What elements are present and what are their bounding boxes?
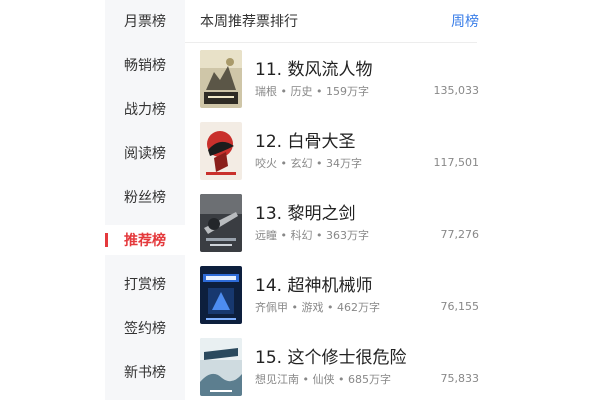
book-item[interactable]: 12. 白骨大圣 咬火 • 玄幻 • 34万字 117,501 [200,122,479,194]
book-meta: 想见江南 • 仙侠 • 685万字 [255,373,391,386]
book-cover[interactable] [200,50,242,108]
book-item[interactable]: 11. 数风流人物 瑞根 • 历史 • 159万字 135,033 [200,50,479,122]
cover-art-zhegexiushi [200,338,242,396]
book-cover[interactable] [200,194,242,252]
vote-count: 135,033 [433,84,480,97]
header-divider [185,42,477,43]
book-title: 11. 数风流人物 [255,60,373,80]
sidebar-item-monthly-ticket[interactable]: 月票榜 [105,6,185,36]
sidebar-item-recommend[interactable]: 推荐榜 [105,225,185,255]
cover-art-shuliuren [200,50,242,108]
book-cover[interactable] [200,122,242,180]
vote-count: 117,501 [433,156,480,169]
book-meta: 瑞根 • 历史 • 159万字 [255,85,369,98]
book-cover[interactable] [200,338,242,396]
book-title: 14. 超神机械师 [255,276,373,296]
book-cover[interactable] [200,266,242,324]
sidebar-item-signed[interactable]: 签约榜 [105,313,185,343]
cover-art-baigudasheng [200,122,242,180]
book-title: 13. 黎明之剑 [255,204,356,224]
sidebar-item-power[interactable]: 战力榜 [105,94,185,124]
book-meta: 远瞳 • 科幻 • 363万字 [255,229,369,242]
vote-count: 77,276 [440,228,480,241]
book-item[interactable]: 15. 这个修士很危险 想见江南 • 仙侠 • 685万字 75,833 [200,338,479,400]
sidebar-item-new-books[interactable]: 新书榜 [105,357,185,387]
book-title: 15. 这个修士很危险 [255,348,407,368]
book-item[interactable]: 13. 黎明之剑 远瞳 • 科幻 • 363万字 77,276 [200,194,479,266]
sidebar-item-tipping[interactable]: 打赏榜 [105,269,185,299]
vote-count: 76,155 [440,300,480,313]
book-meta: 齐佩甲 • 游戏 • 462万字 [255,301,380,314]
cover-art-limingzhijian [200,194,242,252]
vote-count: 75,833 [440,372,480,385]
ranking-title: 本周推荐票排行 [200,14,298,30]
sidebar-item-reading[interactable]: 阅读榜 [105,138,185,168]
ranking-sidebar: 月票榜 畅销榜 战力榜 阅读榜 粉丝榜 推荐榜 打赏榜 签约榜 新书榜 [105,0,185,400]
book-meta: 咬火 • 玄幻 • 34万字 [255,157,362,170]
period-selector[interactable]: 周榜 [451,11,479,31]
sidebar-item-fans[interactable]: 粉丝榜 [105,182,185,212]
book-item[interactable]: 14. 超神机械师 齐佩甲 • 游戏 • 462万字 76,155 [200,266,479,338]
cover-art-chaoshenjixieshi [200,266,242,324]
book-title: 12. 白骨大圣 [255,132,356,152]
sidebar-item-bestseller[interactable]: 畅销榜 [105,50,185,80]
